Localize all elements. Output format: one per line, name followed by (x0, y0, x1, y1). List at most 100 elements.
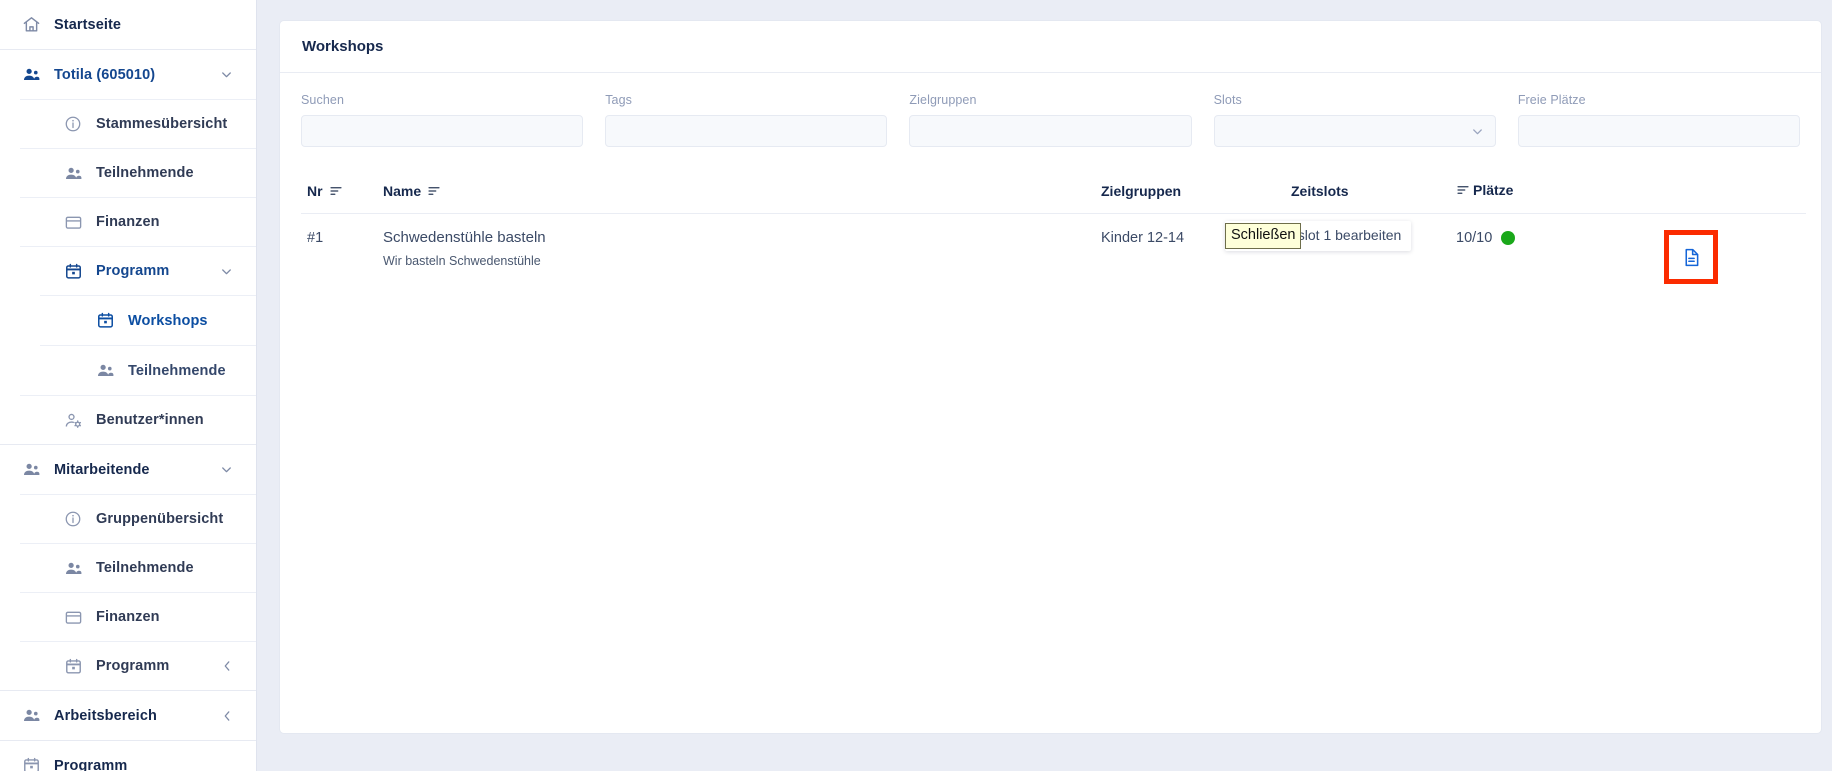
users-icon (62, 162, 84, 184)
sidebar-item-arbeitsbereich[interactable]: Arbeitsbereich (0, 691, 256, 740)
workshop-description: Wir basteln Schwedenstühle (383, 253, 541, 268)
sidebar-item-label: Teilnehmende (128, 362, 226, 379)
sidebar-item-label: Programm (54, 757, 128, 771)
card-icon (62, 211, 84, 233)
sidebar-item-finanzen-mitarbeitende[interactable]: Finanzen (20, 592, 256, 641)
column-header-name[interactable]: Name (383, 173, 1101, 214)
sidebar-item-label: Gruppenübersicht (96, 511, 224, 527)
calendar-icon (62, 655, 84, 677)
table-body: #1 Schwedenstühle basteln Wir basteln Sc… (301, 214, 1806, 303)
cell-nr: #1 (301, 214, 383, 303)
page-title: Workshops (302, 38, 384, 55)
cell-actions (1656, 214, 1806, 303)
column-header-label: Zielgruppen (1101, 183, 1182, 199)
sidebar-item-programm-totila[interactable]: Programm (20, 246, 256, 295)
chevron-left-icon[interactable] (220, 709, 234, 723)
column-header-actions (1656, 173, 1806, 214)
chevron-down-icon[interactable] (219, 67, 234, 82)
row-number: #1 (307, 230, 324, 246)
sidebar-item-label: Totila (605010) (54, 66, 156, 83)
sidebar-item-label: Arbeitsbereich (54, 707, 157, 724)
users-icon (62, 557, 84, 579)
sidebar-item-totila[interactable]: Totila (605010) (0, 50, 256, 99)
sidebar-group-mitarbeitende: Mitarbeitende Gruppenübersicht Teilnehme… (0, 445, 256, 691)
cell-name: Schwedenstühle basteln Wir basteln Schwe… (383, 214, 1101, 303)
zielgruppen-input[interactable] (909, 115, 1192, 147)
column-header-nr[interactable]: Nr (301, 173, 383, 214)
users-icon (20, 459, 42, 481)
calendar-icon (94, 310, 116, 332)
table-header-row: Nr Name Zielgruppen Zeitslots Plätze (301, 173, 1806, 214)
home-icon (20, 14, 42, 36)
sort-icon[interactable] (329, 184, 343, 198)
card-icon (62, 606, 84, 628)
sidebar-item-label: Benutzer*innen (96, 412, 204, 428)
users-icon (20, 64, 42, 86)
sort-icon[interactable] (427, 184, 441, 198)
freie-plaetze-input[interactable] (1517, 115, 1801, 147)
app-root: Startseite Totila (605010) Stammesübersi… (0, 0, 1832, 771)
chevron-down-icon (1470, 124, 1485, 139)
search-input[interactable] (301, 115, 584, 147)
users-icon (20, 705, 42, 727)
document-icon-button[interactable] (1664, 230, 1718, 284)
column-header-zeitslots[interactable]: Zeitslots (1291, 173, 1456, 214)
filter-zielgruppen: Zielgruppen (909, 93, 1192, 147)
column-header-label: Name (383, 183, 422, 199)
info-icon (62, 113, 84, 135)
filter-label: Zielgruppen (909, 93, 977, 107)
sidebar-item-finanzen-totila[interactable]: Finanzen (20, 197, 256, 246)
sidebar-item-programm-mitarbeitende[interactable]: Programm (20, 641, 256, 690)
sidebar-item-startseite[interactable]: Startseite (0, 0, 256, 49)
table-header: Nr Name Zielgruppen Zeitslots Plätze (301, 173, 1806, 214)
workshop-name: Schwedenstühle basteln (383, 229, 546, 246)
sort-icon[interactable] (1456, 183, 1470, 197)
zielgruppen-value: Kinder 12-14 (1101, 230, 1185, 246)
sidebar-item-benutzerinnen[interactable]: Benutzer*innen (20, 395, 256, 444)
sidebar-item-label: Stammesübersicht (96, 116, 228, 132)
sidebar-item-teilnehmende-programm[interactable]: Teilnehmende (20, 346, 256, 395)
calendar-icon (62, 260, 84, 282)
chevron-left-icon[interactable] (220, 659, 234, 673)
close-tooltip-label: Schließen (1231, 227, 1296, 243)
sidebar-item-label: Startseite (54, 16, 122, 33)
sidebar-group-totila: Totila (605010) Stammesübersicht Teilneh… (0, 50, 256, 445)
sidebar-item-mitarbeitende[interactable]: Mitarbeitende (0, 445, 256, 494)
slots-select[interactable] (1213, 115, 1496, 147)
column-header-label: Nr (307, 183, 323, 199)
sidebar-group-arbeitsbereich: Arbeitsbereich (0, 691, 256, 741)
document-icon (1681, 247, 1702, 268)
sidebar-item-programm-bottom[interactable]: Programm (0, 741, 256, 771)
sidebar-item-workshops[interactable]: Workshops (20, 296, 256, 345)
calendar-icon (20, 755, 42, 771)
filter-label: Slots (1213, 93, 1242, 107)
sidebar-item-teilnehmende-mitarbeitende[interactable]: Teilnehmende (20, 543, 256, 592)
column-header-label: Zeitslots (1291, 183, 1349, 199)
users-icon (94, 360, 116, 382)
sidebar-item-gruppenuebersicht[interactable]: Gruppenübersicht (20, 494, 256, 543)
tags-input[interactable] (605, 115, 888, 147)
status-badge (1501, 231, 1516, 245)
sidebar-item-teilnehmende-totila[interactable]: Teilnehmende (20, 148, 256, 197)
sidebar-item-label: Finanzen (96, 214, 160, 230)
filter-slots: Slots (1213, 93, 1496, 147)
user-gear-icon (62, 409, 84, 431)
filter-bar: Suchen Tags Zielgruppen Slots Freie Plät… (280, 73, 1821, 147)
plaetze-value: 10/10 (1456, 230, 1493, 246)
sidebar-group-home: Startseite (0, 0, 256, 50)
workshops-table: Nr Name Zielgruppen Zeitslots Plätze #1 … (301, 173, 1806, 302)
chevron-down-icon[interactable] (219, 462, 234, 477)
sidebar-item-label: Workshops (128, 312, 208, 329)
filter-tags: Tags (605, 93, 888, 147)
sidebar-item-stammesuebersicht[interactable]: Stammesübersicht (20, 99, 256, 148)
column-header-plaetze[interactable]: Plätze (1456, 173, 1656, 214)
sidebar: Startseite Totila (605010) Stammesübersi… (0, 0, 257, 771)
workshops-table-container: Nr Name Zielgruppen Zeitslots Plätze #1 … (280, 147, 1821, 302)
cell-plaetze: 10/10 (1456, 214, 1656, 303)
chevron-down-icon[interactable] (219, 264, 234, 279)
table-row[interactable]: #1 Schwedenstühle basteln Wir basteln Sc… (301, 214, 1806, 303)
filter-freie-plaetze: Freie Plätze (1517, 93, 1801, 147)
column-header-label: Plätze (1473, 182, 1514, 198)
column-header-zielgruppen[interactable]: Zielgruppen (1101, 173, 1291, 214)
sidebar-group-programm-bottom: Programm (0, 741, 256, 771)
